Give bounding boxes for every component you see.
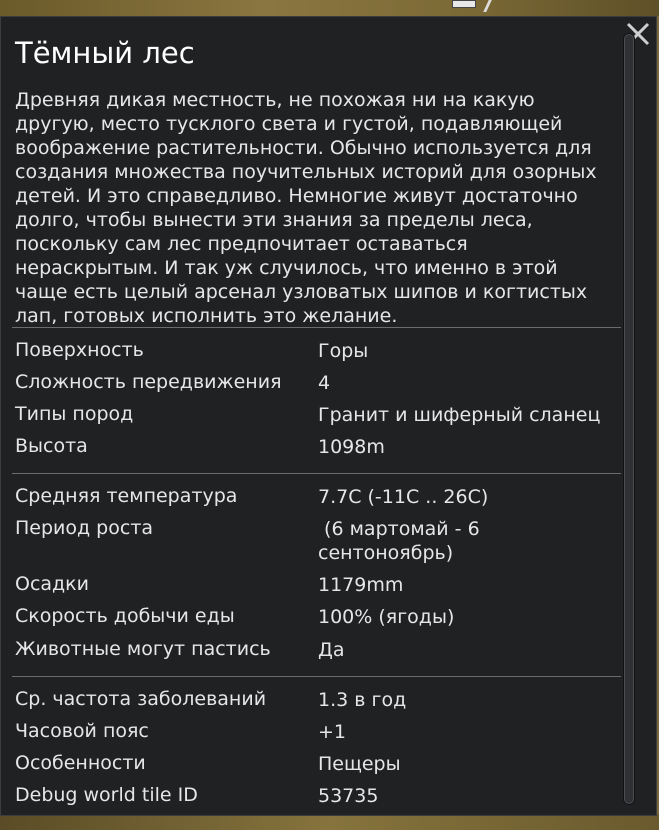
stat-value: 53735: [318, 785, 379, 807]
stat-value: 1179mm: [318, 574, 404, 596]
divider: [12, 473, 621, 474]
stat-row-features: Особенности Пещеры: [15, 752, 615, 778]
stat-row-debug-tile-id: Debug world tile ID 53735: [15, 784, 615, 810]
divider: [12, 327, 621, 328]
stat-row-animals-graze: Животные могут пастись Да: [15, 638, 615, 664]
map-marker-icon: [452, 0, 476, 8]
stat-row-forage-rate: Скорость добычи еды 100% (ягоды): [15, 605, 615, 631]
stat-row-surface: Поверхность Горы: [15, 339, 615, 365]
stat-value: Да: [318, 639, 345, 661]
stat-label: Поверхность: [15, 339, 144, 361]
stat-label: Особенности: [15, 752, 146, 774]
stat-value: 100% (ягоды): [318, 606, 455, 628]
stat-row-growing-period: Период роста (6 мартомай - 6 сентоноябрь…: [15, 517, 615, 564]
stat-label: Средняя температура: [15, 485, 238, 507]
stat-label: Сложность передвижения: [15, 371, 282, 393]
stat-label: Осадки: [15, 573, 90, 595]
divider: [12, 676, 621, 677]
stat-value: Горы: [318, 340, 369, 362]
scrollbar-thumb[interactable]: [624, 34, 634, 804]
stat-label: Типы пород: [15, 403, 134, 425]
stat-label: Debug world tile ID: [15, 784, 198, 806]
stat-row-disease-frequency: Ср. частота заболеваний 1.3 в год: [15, 688, 615, 714]
stat-row-stone-types: Типы пород Гранит и шиферный сланец: [15, 403, 615, 429]
stat-value: 4: [318, 372, 331, 394]
stat-row-movement-difficulty: Сложность передвижения 4: [15, 371, 615, 397]
world-map-background-top: [0, 0, 659, 16]
stat-value: 1.3 в год: [318, 689, 407, 711]
stat-row-avg-temperature: Средняя температура 7.7C (-11C .. 26C): [15, 485, 615, 511]
tile-title: Тёмный лес: [15, 36, 195, 70]
stat-value: 7.7C (-11C .. 26C): [318, 486, 489, 508]
stat-row-timezone: Часовой пояс +1: [15, 720, 615, 746]
stat-label: Часовой пояс: [15, 720, 149, 742]
stat-row-elevation: Высота 1098m: [15, 435, 615, 461]
stat-label: Животные могут пастись: [15, 638, 271, 660]
stat-label: Высота: [15, 435, 88, 457]
stat-label: Период роста: [15, 517, 154, 539]
stat-label: Скорость добычи еды: [15, 605, 235, 627]
stat-row-rainfall: Осадки 1179mm: [15, 573, 615, 599]
stat-value: (6 мартомай - 6 сентоноябрь): [318, 518, 486, 564]
stat-label: Ср. частота заболеваний: [15, 688, 267, 710]
world-map-background-bottom: [0, 814, 659, 830]
stat-value: Гранит и шиферный сланец: [318, 404, 601, 426]
tile-description: Древняя дикая местность, не похожая ни н…: [15, 89, 597, 327]
stat-value: +1: [318, 721, 347, 743]
stat-value: Пещеры: [318, 753, 401, 775]
stat-value: 1098m: [318, 436, 385, 458]
